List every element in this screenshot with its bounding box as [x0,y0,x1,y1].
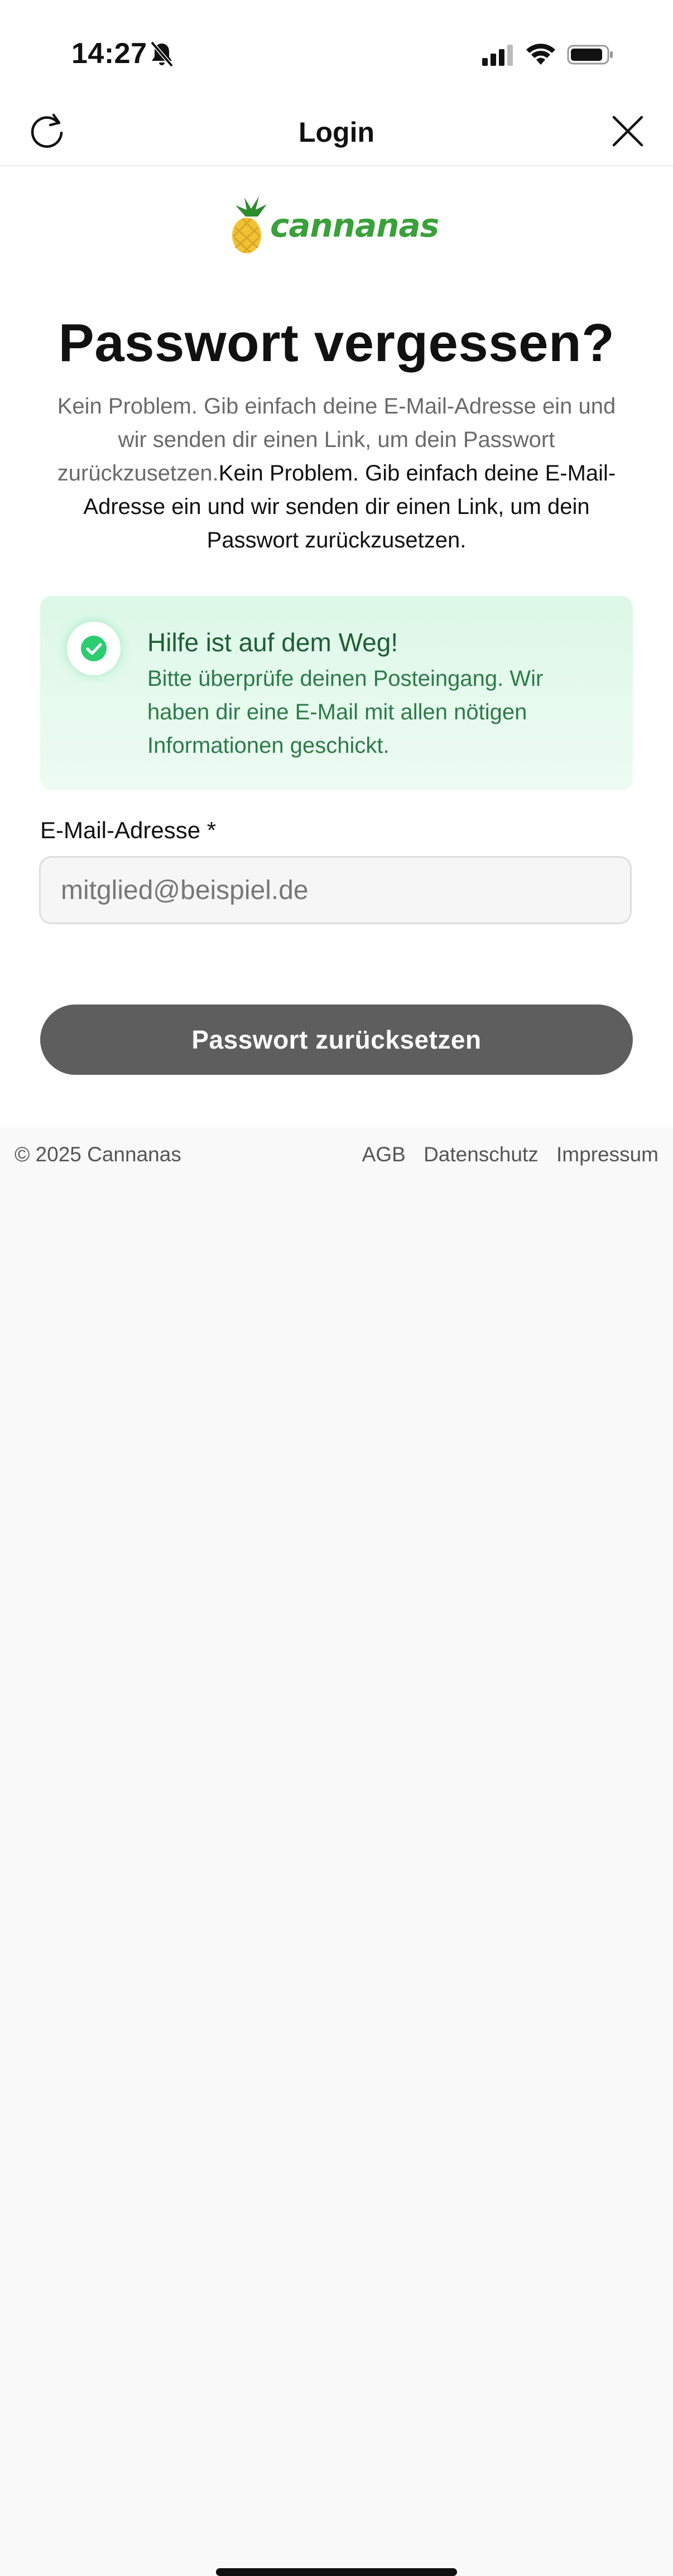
email-label: E-Mail-Adresse * [40,817,217,843]
check-circle-icon [67,622,121,675]
close-icon[interactable] [606,109,650,153]
success-title: Hilfe ist auf dem Weg! [147,628,398,657]
nav-title: Login [298,117,375,148]
reset-password-page: cannanas Passwort vergessen? Kein Proble… [0,166,673,1127]
status-bar: 14:27 [0,0,673,100]
footer-links: AGB Datenschutz Impressum [350,1143,658,1166]
bell-off-icon [150,41,174,68]
status-time: 14:27 [71,37,147,70]
page-title: Passwort vergessen? [58,313,615,373]
nav-bar: Login [0,100,673,166]
footer-link-impressum[interactable]: Impressum [556,1143,658,1166]
footer-link-agb[interactable]: AGB [362,1143,406,1166]
footer-link-datenschutz[interactable]: Datenschutz [424,1143,539,1166]
reset-password-button[interactable]: Passwort zurücksetzen [40,1005,633,1075]
svg-text:cannanas: cannanas [270,206,439,244]
success-message: Bitte überprüfe deinen Posteingang. Wir … [147,666,544,758]
email-input[interactable] [39,856,632,924]
intro-text: Kein Problem. Gib einfach deine E-Mail-A… [40,390,633,557]
wifi-icon [526,44,555,65]
battery-icon [567,45,613,65]
cellular-signal-icon [482,45,513,66]
success-alert: Hilfe ist auf dem Weg! Bitte überprüfe d… [40,596,633,790]
cannanas-logo: cannanas [232,196,439,253]
home-indicator[interactable] [216,2568,457,2576]
copyright: © 2025 Cannanas [15,1143,181,1166]
footer: © 2025 Cannanas AGB Datenschutz Impressu… [0,1127,673,2576]
